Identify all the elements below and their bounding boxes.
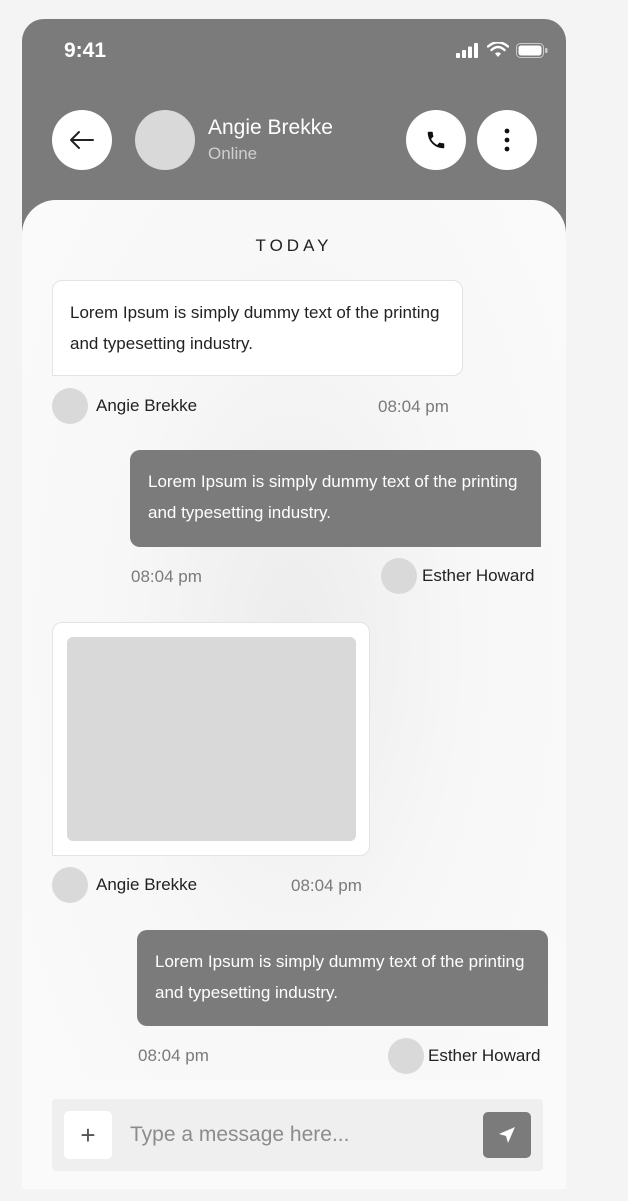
contact-status: Online <box>208 144 258 163</box>
send-icon <box>499 1127 515 1143</box>
status-icons <box>456 42 548 58</box>
message-time: 08:04 pm <box>138 1046 209 1065</box>
arrow-left-icon <box>70 131 94 149</box>
back-button[interactable] <box>52 110 112 170</box>
outgoing-message-bubble[interactable]: Lorem Ipsum is simply dummy text of the … <box>130 450 541 547</box>
sender-avatar[interactable] <box>381 558 417 594</box>
battery-icon <box>516 42 548 58</box>
sender-name: Esther Howard <box>428 1046 541 1065</box>
message-input[interactable] <box>130 1113 470 1157</box>
send-button[interactable] <box>483 1112 531 1158</box>
composer-area: + <box>22 1080 566 1189</box>
plus-icon: + <box>80 1119 96 1150</box>
sender-avatar[interactable] <box>52 388 88 424</box>
more-options-button[interactable] <box>477 110 537 170</box>
sender-name: Angie Brekke <box>96 875 198 894</box>
sender-name: Esther Howard <box>422 566 535 585</box>
message-meta: Esther Howard <box>381 558 534 594</box>
sender-name: Angie Brekke <box>96 396 198 415</box>
composer: + <box>52 1099 543 1171</box>
phone-icon <box>427 131 445 149</box>
message-time: 08:04 pm <box>291 876 362 895</box>
day-separator: TODAY <box>255 236 333 255</box>
message-time: 08:04 pm <box>131 567 202 586</box>
contact-avatar[interactable] <box>135 110 195 170</box>
status-time: 9:41 <box>64 39 107 62</box>
outgoing-message-bubble[interactable]: Lorem Ipsum is simply dummy text of the … <box>137 930 548 1026</box>
message-meta: Angie Brekke <box>52 388 197 424</box>
signal-icon <box>456 42 478 58</box>
message-meta: Esther Howard <box>388 1038 540 1074</box>
message-time: 08:04 pm <box>378 397 449 416</box>
phone-screen: 9:41 Angie Brekke Online TODAY Lorem Ips… <box>22 19 566 1189</box>
chat-area[interactable]: TODAY Lorem Ipsum is simply dummy text o… <box>22 200 566 1189</box>
sender-avatar[interactable] <box>52 867 88 903</box>
incoming-message-bubble[interactable]: Lorem Ipsum is simply dummy text of the … <box>52 280 463 376</box>
chat-header: Angie Brekke Online <box>22 109 566 171</box>
add-attachment-button[interactable]: + <box>64 1111 112 1159</box>
sender-avatar[interactable] <box>388 1038 424 1074</box>
image-message[interactable] <box>52 622 370 856</box>
more-vertical-icon <box>504 128 510 152</box>
message-meta: Angie Brekke <box>52 867 197 903</box>
image-placeholder[interactable] <box>67 637 356 841</box>
contact-name: Angie Brekke <box>208 116 333 139</box>
wifi-icon <box>487 42 509 57</box>
call-button[interactable] <box>406 110 466 170</box>
